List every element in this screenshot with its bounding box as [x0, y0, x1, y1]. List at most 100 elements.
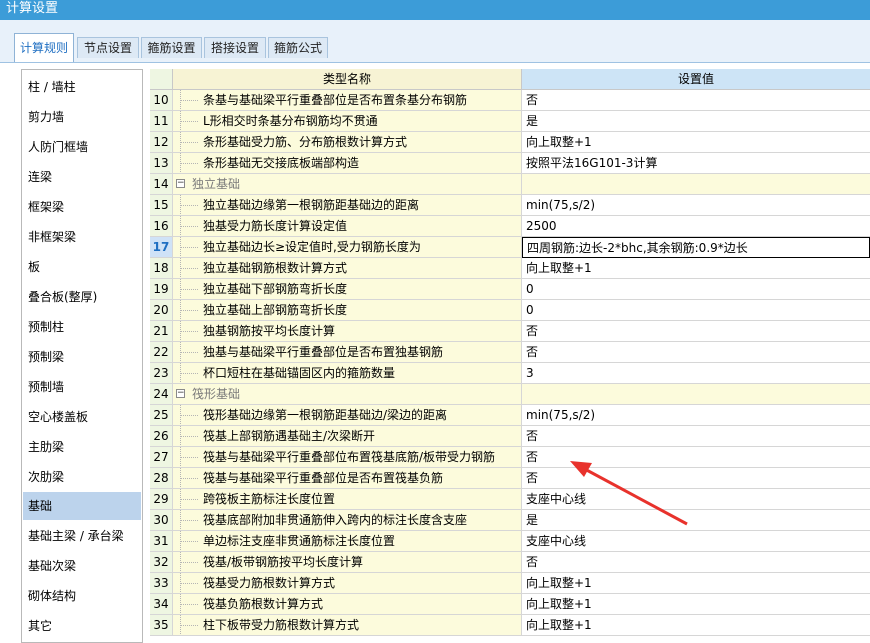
setting-value-cell[interactable]: 向上取整+1 — [522, 573, 870, 594]
tab-stirrup-settings[interactable]: 箍筋设置 — [141, 37, 202, 58]
tab-calc-rules[interactable]: 计算规则 — [14, 33, 74, 62]
header-type-name[interactable]: 类型名称 — [173, 69, 522, 90]
setting-value-cell[interactable]: min(75,s/2) — [522, 195, 870, 216]
row-number: 17 — [150, 237, 173, 258]
table-row[interactable]: 33 筏基受力筋根数计算方式 向上取整+1 — [150, 573, 870, 594]
table-row[interactable]: 23 杯口短柱在基础锚固区内的箍筋数量 3 — [150, 363, 870, 384]
table-row[interactable]: 10 条基与基础梁平行重叠部位是否布置条基分布钢筋 否 — [150, 90, 870, 111]
table-row[interactable]: 17 独立基础边长≥设定值时,受力钢筋长度为 四周钢筋:边长-2*bhc,其余钢筋:… — [150, 237, 870, 258]
row-number: 13 — [150, 153, 173, 174]
table-row[interactable]: 11 L形相交时条基分布钢筋均不贯通 是 — [150, 111, 870, 132]
table-row[interactable]: 18 独立基础钢筋根数计算方式 向上取整+1 — [150, 258, 870, 279]
collapse-toggle-icon[interactable]: − — [176, 389, 185, 398]
setting-value-cell[interactable]: 否 — [522, 552, 870, 573]
sidebar-item[interactable]: 主肋梁 — [23, 433, 141, 461]
table-row[interactable]: 26 筏基上部钢筋遇基础主/次梁断开 否 — [150, 426, 870, 447]
setting-value-cell[interactable]: 是 — [522, 510, 870, 531]
table-row[interactable]: 21 独基钢筋按平均长度计算 否 — [150, 321, 870, 342]
setting-value-cell[interactable]: 否 — [522, 90, 870, 111]
setting-value-cell[interactable]: 否 — [522, 426, 870, 447]
row-number: 29 — [150, 489, 173, 510]
setting-value-cell[interactable]: 向上取整+1 — [522, 594, 870, 615]
tree-guide-line — [180, 331, 198, 333]
table-row[interactable]: 20 独立基础上部钢筋弯折长度 0 — [150, 300, 870, 321]
setting-label: 跨筏板主筋标注长度位置 — [203, 492, 336, 506]
header-setting-value[interactable]: 设置值 — [522, 69, 870, 90]
setting-value-cell[interactable]: 否 — [522, 468, 870, 489]
sidebar-item[interactable]: 其它 — [23, 612, 141, 640]
setting-value-cell[interactable]: 否 — [522, 447, 870, 468]
setting-value-cell[interactable]: 向上取整+1 — [522, 615, 870, 636]
tab-node-settings[interactable]: 节点设置 — [77, 37, 139, 58]
collapse-toggle-icon[interactable]: − — [176, 179, 185, 188]
table-row[interactable]: 34 筏基负筋根数计算方式 向上取整+1 — [150, 594, 870, 615]
type-name-cell: 筏基上部钢筋遇基础主/次梁断开 — [173, 426, 522, 447]
sidebar-item[interactable]: 空心楼盖板 — [23, 403, 141, 431]
table-row[interactable]: 27 筏基与基础梁平行重叠部位布置筏基底筋/板带受力钢筋 否 — [150, 447, 870, 468]
sidebar-item[interactable]: 预制柱 — [23, 313, 141, 341]
sidebar-item[interactable]: 非框架梁 — [23, 223, 141, 251]
group-row[interactable]: 14− 独立基础 — [150, 174, 870, 195]
setting-value-cell[interactable]: 3 — [522, 363, 870, 384]
setting-label: 条形基础受力筋、分布筋根数计算方式 — [203, 135, 408, 149]
sidebar-item[interactable]: 基础主梁 / 承台梁 — [23, 522, 141, 550]
row-number: 32 — [150, 552, 173, 573]
sidebar-item[interactable]: 次肋梁 — [23, 463, 141, 491]
setting-value-cell[interactable]: 按照平法16G101-3计算 — [522, 153, 870, 174]
sidebar-item[interactable]: 柱 / 墙柱 — [23, 73, 141, 101]
setting-value-cell[interactable]: 是 — [522, 111, 870, 132]
sidebar-item[interactable]: 基础次梁 — [23, 552, 141, 580]
sidebar-item[interactable]: 连梁 — [23, 163, 141, 191]
sidebar-item[interactable]: 预制梁 — [23, 343, 141, 371]
sidebar-item[interactable]: 剪力墙 — [23, 103, 141, 131]
setting-label: 条形基础无交接底板端部构造 — [203, 156, 360, 170]
sidebar-item[interactable]: 基础 — [23, 492, 141, 520]
table-row[interactable]: 32 筏基/板带钢筋按平均长度计算 否 — [150, 552, 870, 573]
table-row[interactable]: 12 条形基础受力筋、分布筋根数计算方式 向上取整+1 — [150, 132, 870, 153]
row-number: 31 — [150, 531, 173, 552]
table-row[interactable]: 13 条形基础无交接底板端部构造 按照平法16G101-3计算 — [150, 153, 870, 174]
tree-guide-line — [180, 163, 198, 165]
setting-value-cell[interactable]: 向上取整+1 — [522, 132, 870, 153]
table-row[interactable]: 30 筏基底部附加非贯通筋伸入跨内的标注长度含支座 是 — [150, 510, 870, 531]
setting-value-cell[interactable]: min(75,s/2) — [522, 405, 870, 426]
type-name-cell: 杯口短柱在基础锚固区内的箍筋数量 — [173, 363, 522, 384]
row-number: 18 — [150, 258, 173, 279]
setting-value-cell[interactable]: 支座中心线 — [522, 531, 870, 552]
setting-value-cell[interactable]: 向上取整+1 — [522, 258, 870, 279]
tab-stirrup-formula[interactable]: 箍筋公式 — [268, 37, 328, 58]
sidebar-item[interactable]: 叠合板(整厚) — [23, 283, 141, 311]
setting-value-cell[interactable]: 否 — [522, 342, 870, 363]
sidebar-item[interactable]: 预制墙 — [23, 373, 141, 401]
table-row[interactable]: 16 独基受力筋长度计算设定值 2500 — [150, 216, 870, 237]
setting-value-cell[interactable]: 0 — [522, 300, 870, 321]
table-row[interactable]: 19 独立基础下部钢筋弯折长度 0 — [150, 279, 870, 300]
setting-label: 筏基负筋根数计算方式 — [203, 597, 324, 611]
table-row[interactable]: 28 筏基与基础梁平行重叠部位是否布置筏基负筋 否 — [150, 468, 870, 489]
setting-label: 独立基础上部钢筋弯折长度 — [203, 303, 348, 317]
table-row[interactable]: 22 独基与基础梁平行重叠部位是否布置独基钢筋 否 — [150, 342, 870, 363]
setting-value-cell[interactable]: 支座中心线 — [522, 489, 870, 510]
setting-value-cell[interactable]: 0 — [522, 279, 870, 300]
tree-guide-line — [180, 541, 198, 543]
group-row[interactable]: 24− 筏形基础 — [150, 384, 870, 405]
table-row[interactable]: 31 单边标注支座非贯通筋标注长度位置 支座中心线 — [150, 531, 870, 552]
table-row[interactable]: 29 跨筏板主筋标注长度位置 支座中心线 — [150, 489, 870, 510]
setting-label: 筏基与基础梁平行重叠部位布置筏基底筋/板带受力钢筋 — [203, 450, 496, 464]
table-row[interactable]: 35 柱下板带受力筋根数计算方式 向上取整+1 — [150, 615, 870, 636]
table-row[interactable]: 25 筏形基础边缘第一根钢筋距基础边/梁边的距离 min(75,s/2) — [150, 405, 870, 426]
setting-label: 独立基础边长≥设定值时,受力钢筋长度为 — [203, 240, 421, 254]
sidebar-item[interactable]: 框架梁 — [23, 193, 141, 221]
sidebar-item[interactable]: 人防门框墙 — [23, 133, 141, 161]
tree-guide-line — [180, 100, 198, 102]
type-name-cell: − 独立基础 — [173, 174, 522, 195]
tab-lap-settings[interactable]: 搭接设置 — [204, 37, 266, 58]
setting-value-cell[interactable]: 2500 — [522, 216, 870, 237]
setting-value-cell[interactable]: 四周钢筋:边长-2*bhc,其余钢筋:0.9*边长 — [522, 237, 870, 258]
table-row[interactable]: 15 独立基础边缘第一根钢筋距基础边的距离 min(75,s/2) — [150, 195, 870, 216]
window-title: 计算设置 — [6, 1, 59, 16]
setting-value-cell[interactable]: 否 — [522, 321, 870, 342]
setting-label: L形相交时条基分布钢筋均不贯通 — [203, 114, 378, 128]
sidebar-item[interactable]: 砌体结构 — [23, 582, 141, 610]
sidebar-item[interactable]: 板 — [23, 253, 141, 281]
